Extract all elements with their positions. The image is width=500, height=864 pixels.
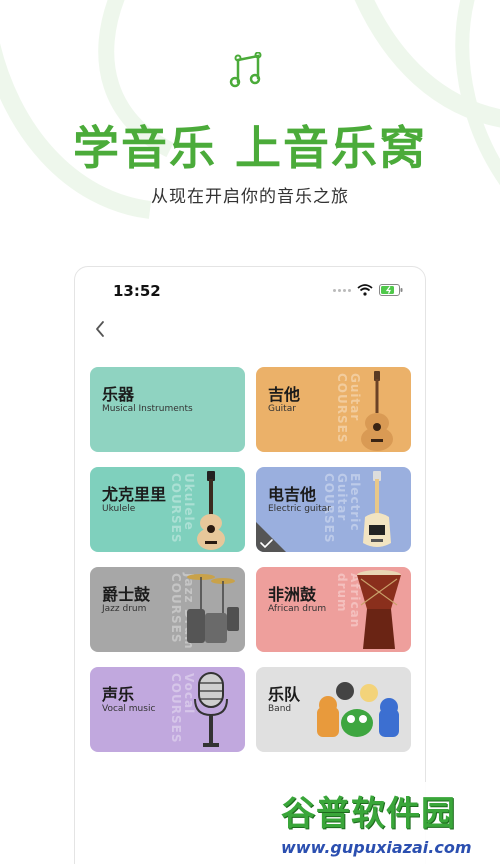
status-time: 13:52 xyxy=(113,282,161,300)
category-title: 乐队 xyxy=(268,685,301,704)
electric-guitar-icon xyxy=(363,471,391,547)
microphone-icon xyxy=(194,672,228,747)
category-subtitle: Jazz drum xyxy=(102,604,147,614)
category-title: 尤克里里 xyxy=(102,485,167,504)
band-characters-icon xyxy=(317,682,399,737)
category-subtitle: Electric guitar xyxy=(268,504,331,514)
site-watermark: 谷普软件园 www.gupuxiazai.com xyxy=(273,782,500,864)
back-chevron-icon[interactable] xyxy=(91,317,119,341)
phone-screen: 13:52 乐器 Musical Instruments Guitar COUR… xyxy=(74,266,426,864)
category-title: 非洲鼓 xyxy=(268,585,317,604)
category-title: 电吉他 xyxy=(268,485,317,504)
djembe-icon xyxy=(357,570,401,649)
ukulele-icon xyxy=(197,471,225,550)
drum-kit-icon xyxy=(187,574,239,643)
category-card-african-drum[interactable]: African drum 非洲鼓 African drum xyxy=(256,567,411,652)
category-title: 声乐 xyxy=(102,685,135,704)
category-card-ukulele[interactable]: Ukulele COURSES 尤克里里 Ukulele xyxy=(90,467,245,552)
category-subtitle: Band xyxy=(268,704,292,714)
category-subtitle: Musical Instruments xyxy=(102,404,193,414)
wifi-icon xyxy=(357,284,373,296)
category-card-electric-guitar[interactable]: Electric Guitar COURSES 电吉他 Electric gui… xyxy=(256,467,411,552)
guitar-icon xyxy=(361,371,393,451)
category-title: 爵士鼓 xyxy=(102,585,151,604)
subheadline: 从现在开启你的音乐之旅 xyxy=(151,187,349,207)
category-subtitle: Guitar xyxy=(268,404,296,414)
signal-icon xyxy=(333,288,351,292)
category-title: 吉他 xyxy=(268,385,301,404)
watermark-url: www.gupuxiazai.com xyxy=(281,838,472,857)
category-title: 乐器 xyxy=(102,385,135,404)
music-note-icon xyxy=(229,52,262,88)
category-subtitle: Ukulele xyxy=(102,504,136,514)
battery-icon xyxy=(379,284,403,296)
category-card-vocal[interactable]: Vocal COURSES 声乐 Vocal music xyxy=(90,667,245,752)
category-subtitle: Vocal music xyxy=(102,704,156,714)
category-subtitle: African drum xyxy=(268,604,327,614)
headline: 学音乐 上音乐窝 xyxy=(72,121,427,175)
watermark-brand: 谷普软件园 xyxy=(281,794,456,834)
category-card-band[interactable]: 乐队 Band xyxy=(256,667,411,752)
status-icons xyxy=(333,284,403,296)
category-card-jazz-drum[interactable]: Jazz Drum COURSES 爵士鼓 Jazz drum xyxy=(90,567,245,652)
status-bar: 13:52 xyxy=(75,267,425,313)
category-card-instruments[interactable]: 乐器 Musical Instruments xyxy=(90,367,245,452)
category-card-guitar[interactable]: Guitar COURSES 吉他 Guitar xyxy=(256,367,411,452)
check-icon xyxy=(256,522,286,552)
